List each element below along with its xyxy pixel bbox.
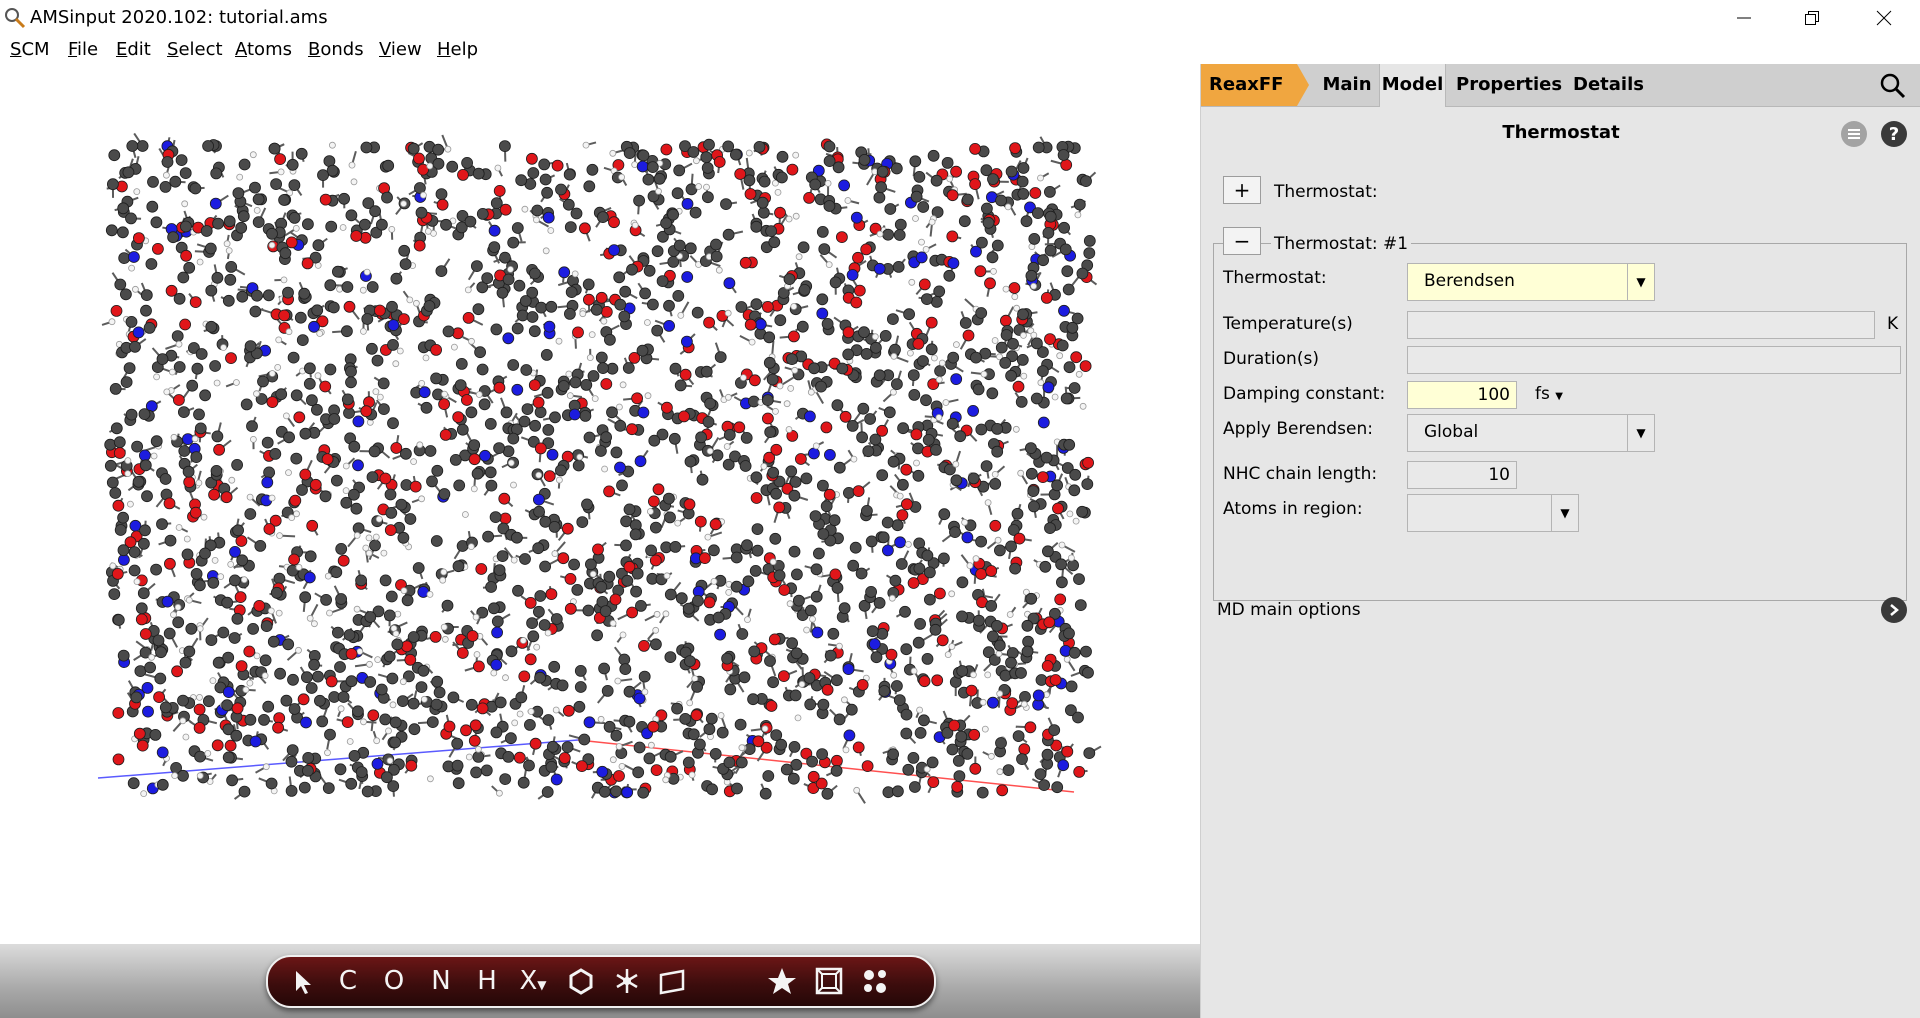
- close-button[interactable]: [1850, 0, 1918, 36]
- damping-unit-select[interactable]: fs ▼: [1535, 384, 1563, 404]
- atoms-layer: [101, 132, 1102, 804]
- menu-bonds[interactable]: Bonds: [308, 39, 364, 60]
- chevron-down-icon: ▼: [1551, 495, 1578, 531]
- plus-icon: +: [1233, 178, 1251, 202]
- minimize-button[interactable]: [1710, 0, 1778, 36]
- menu-edit[interactable]: Edit: [116, 39, 151, 60]
- molecules-button[interactable]: [857, 965, 893, 1005]
- thermostat-type-label: Thermostat:: [1223, 268, 1327, 288]
- menu-bar: SCM File Edit Select Atoms Bonds View He…: [0, 36, 1920, 65]
- thermostat-type-select[interactable]: Berendsen ▼: [1407, 263, 1655, 301]
- other-element-button[interactable]: X▼: [515, 965, 551, 1001]
- properties-panel: ReaxFF Main Model Properties Details The…: [1200, 64, 1920, 1018]
- title-bar: AMSinput 2020.102: tutorial.ams: [0, 0, 1920, 36]
- add-thermostat-button[interactable]: +: [1223, 176, 1261, 204]
- chevron-down-icon: ▼: [1627, 415, 1654, 451]
- md-main-options-button[interactable]: [1881, 597, 1907, 623]
- restore-icon: [1805, 11, 1819, 25]
- menu-scm[interactable]: SCM: [10, 39, 50, 60]
- menu-select[interactable]: Select: [167, 39, 223, 60]
- ring-tool-button[interactable]: [563, 965, 599, 1005]
- list-button[interactable]: [1841, 121, 1867, 147]
- dropdown-triangle-icon: ▼: [537, 978, 547, 992]
- help-button[interactable]: ?: [1881, 121, 1907, 147]
- region-tool-button[interactable]: [655, 965, 691, 1005]
- atoms-in-region-select[interactable]: ▼: [1407, 494, 1579, 532]
- minimize-icon: [1737, 17, 1751, 19]
- group-label: Thermostat: #1: [1271, 234, 1412, 254]
- favorite-tool-button[interactable]: [764, 965, 800, 1005]
- md-main-options-label: MD main options: [1217, 600, 1361, 620]
- oxygen-tool-button[interactable]: O: [376, 965, 412, 997]
- app-icon: [5, 8, 26, 29]
- list-icon: [1848, 129, 1860, 139]
- menu-file[interactable]: File: [68, 39, 98, 60]
- menu-help[interactable]: Help: [437, 39, 478, 60]
- dropdown-triangle-icon: ▼: [1555, 391, 1563, 402]
- search-icon: [1880, 73, 1906, 99]
- periodic-view-button[interactable]: [811, 965, 847, 1005]
- tab-reaxff-arrow: [1297, 64, 1309, 106]
- snowflake-icon: [616, 969, 638, 993]
- search-button[interactable]: [1879, 72, 1907, 100]
- hexagon-icon: [569, 968, 593, 995]
- freeze-tool-button[interactable]: [609, 965, 645, 1005]
- minus-icon: −: [1233, 229, 1251, 253]
- restore-button[interactable]: [1778, 0, 1846, 36]
- dots-cluster-icon: [864, 970, 886, 993]
- carbon-tool-button[interactable]: C: [330, 965, 366, 997]
- duration-input[interactable]: [1407, 346, 1901, 374]
- window-title: AMSinput 2020.102: tutorial.ams: [30, 7, 328, 28]
- temperature-label: Temperature(s): [1223, 314, 1353, 334]
- apply-berendsen-label: Apply Berendsen:: [1223, 419, 1373, 439]
- nhc-chain-label: NHC chain length:: [1223, 464, 1378, 484]
- atom-toolbar: C O N H X▼: [266, 955, 936, 1008]
- damping-label: Damping constant:: [1223, 384, 1386, 404]
- section-title: Thermostat: [1502, 122, 1620, 143]
- atoms-in-region-label: Atoms in region:: [1223, 499, 1363, 519]
- question-icon: ?: [1888, 123, 1900, 145]
- duration-label: Duration(s): [1223, 349, 1319, 369]
- tab-main[interactable]: Main: [1309, 64, 1385, 106]
- menu-view[interactable]: View: [379, 39, 422, 60]
- nitrogen-tool-button[interactable]: N: [423, 965, 459, 997]
- close-icon: [1876, 10, 1892, 26]
- nhc-chain-input[interactable]: 10: [1407, 461, 1517, 489]
- remove-thermostat-button[interactable]: −: [1223, 227, 1261, 255]
- temperature-unit: K: [1887, 314, 1899, 334]
- cursor-icon: [296, 971, 311, 994]
- apply-berendsen-select[interactable]: Global ▼: [1407, 414, 1655, 452]
- tab-properties[interactable]: Properties: [1456, 64, 1562, 106]
- menu-atoms[interactable]: Atoms: [235, 39, 292, 60]
- tab-details[interactable]: Details: [1573, 64, 1645, 106]
- chevron-down-icon: ▼: [1627, 264, 1654, 300]
- cube-frame-icon: [815, 967, 843, 995]
- temperature-input[interactable]: [1407, 311, 1875, 339]
- select-tool-button[interactable]: [284, 965, 320, 1005]
- tab-reaxff[interactable]: ReaxFF: [1201, 64, 1297, 106]
- chevron-right-icon: [1890, 604, 1899, 616]
- star-icon: [768, 968, 796, 994]
- molecule-viewer[interactable]: [0, 64, 1200, 944]
- damping-input[interactable]: 100: [1407, 381, 1517, 409]
- molecular-structure[interactable]: [0, 64, 1200, 944]
- add-thermostat-label: Thermostat:: [1274, 182, 1378, 202]
- plane-icon: [659, 969, 685, 995]
- panel-tabs: ReaxFF Main Model Properties Details: [1201, 64, 1920, 107]
- tab-model[interactable]: Model: [1379, 64, 1446, 107]
- hydrogen-tool-button[interactable]: H: [469, 965, 505, 997]
